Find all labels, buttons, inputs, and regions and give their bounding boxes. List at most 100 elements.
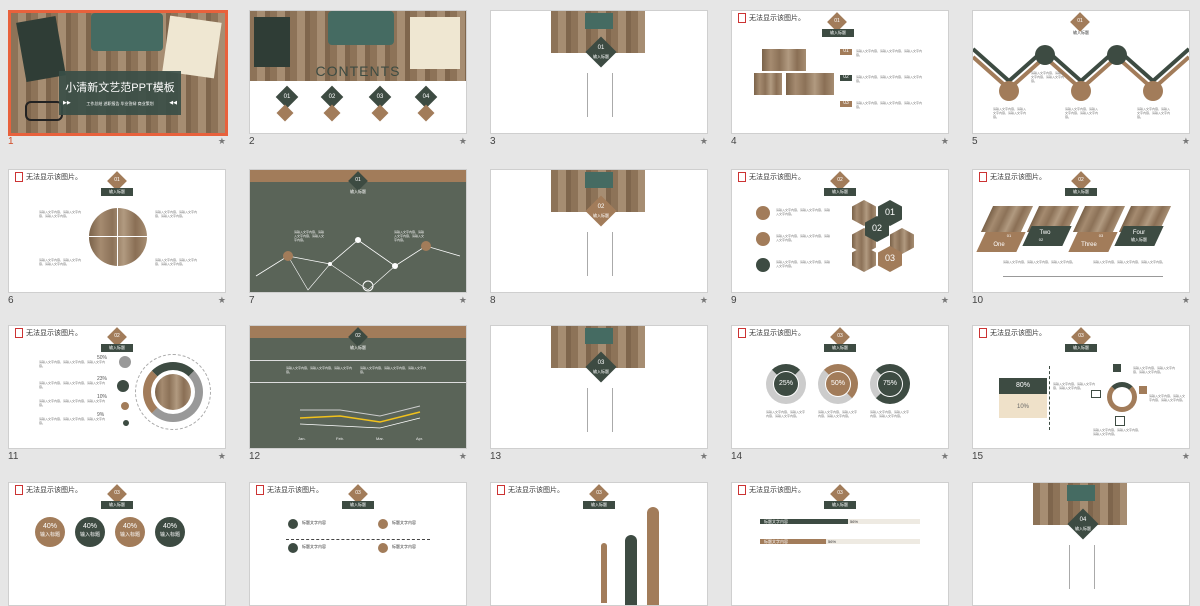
- slide-thumbnail-4[interactable]: 无法显示该图片。 01 输入标题 01 02 03 请输入文字内容，请输入文字内…: [731, 10, 949, 147]
- slide-thumbnail-17[interactable]: 无法显示该图片。 03 输入标题 标题文字内容 标题文字内容 标题文字内容 标题…: [249, 482, 467, 606]
- paper-image: [162, 15, 222, 79]
- typewriter-image: [585, 328, 613, 344]
- filler-text: 请输入文字内容，请输入文字内容，请输入文字内容。: [1031, 71, 1065, 83]
- section-label: 输入标题: [350, 502, 366, 507]
- section-number: 04: [1079, 517, 1087, 523]
- slide-thumbnail-14[interactable]: 无法显示该图片。 03 输入标题 25% 50% 75% 请输入文字内容，请输入…: [731, 325, 949, 462]
- filler-text: 请输入文字内容，请输入文字内容，请输入文字内容。: [870, 410, 910, 418]
- bar-title-1: 标题文字内容: [764, 519, 788, 524]
- section-number: 01: [114, 177, 120, 183]
- broken-image-icon: [497, 485, 505, 496]
- slide-1-menu: 工作总结 述职报告 毕业答辩 商业策划: [86, 101, 154, 106]
- content-number-1: 01: [283, 94, 291, 100]
- filler-text: 请输入文字内容，请输入文字内容，请输入文字内容。: [1065, 107, 1099, 119]
- slide-13-canvas: 03 输入标题: [490, 325, 708, 449]
- slide-number: 8: [490, 295, 496, 306]
- notebook-image: [254, 17, 290, 67]
- filler-text: 请输入文字内容，请输入文字内容，请输入文字内容。: [1149, 394, 1186, 402]
- typewriter-image: [328, 11, 394, 45]
- slide-16-canvas: 无法显示该图片。 03 输入标题 40% 输入标题 40% 输入标题 40% 输…: [8, 482, 226, 606]
- step-label-3: Three: [1081, 242, 1097, 248]
- slide-thumbnail-15[interactable]: 无法显示该图片。 03 输入标题 80% 10% 请输入文字内容，请输入文字内容…: [972, 325, 1190, 462]
- section-number: 02: [597, 204, 605, 210]
- step-title-4: 输入标题: [1131, 237, 1147, 242]
- dot-4: [123, 420, 129, 426]
- section-number: 03: [597, 360, 605, 366]
- animation-star-icon: ★: [458, 136, 467, 146]
- slide-thumbnail-1[interactable]: 小清新文艺范PPT模板 ▶▶ 工作总结 述职报告 毕业答辩 商业策划 ◀◀ 1 …: [8, 10, 228, 147]
- paper-image: [410, 17, 460, 69]
- row-title-3: 标题文字内容: [302, 544, 326, 549]
- typewriter-image: [585, 172, 613, 188]
- hex-number-3: 03: [884, 253, 895, 263]
- stopwatch-icon: [1143, 81, 1163, 101]
- section-number: 01: [1077, 18, 1083, 24]
- slide-thumbnail-7[interactable]: 01 输入标题 请输入文字内容，请输入文字内容，请输入文字内容。 请输入文字内容…: [249, 169, 467, 306]
- ring-value-1: 25%: [778, 380, 793, 387]
- slide-5-canvas: 01 输入标题 请输入文字内容，请输入文字内容，请输入文字内容。 请输入文字内容…: [972, 10, 1190, 134]
- slide-thumbnail-11[interactable]: 无法显示该图片。 02 输入标题 50% 23% 10% 9% 请输入文字内容，…: [8, 325, 226, 462]
- slide-thumbnail-8[interactable]: 02 输入标题 8 ★: [490, 169, 708, 306]
- slide-number: 11: [8, 451, 19, 462]
- broken-image-icon: [15, 172, 23, 183]
- animation-star-icon: ★: [1181, 451, 1190, 461]
- slide-1-arrows-right: ◀◀: [169, 100, 177, 106]
- slide-thumbnail-18[interactable]: 无法显示该图片。 03 输入标题: [490, 482, 708, 606]
- section-label: 输入标题: [1073, 189, 1089, 194]
- step-label-2: Two: [1039, 230, 1051, 236]
- slide-thumbnail-2[interactable]: CONTENTS 01 02 03 04 2 ★: [249, 10, 467, 147]
- cycle-ring: [1107, 382, 1137, 412]
- slide-18-canvas: 无法显示该图片。 03 输入标题: [490, 482, 708, 606]
- section-number: 03: [1078, 333, 1084, 339]
- slide-thumbnail-5[interactable]: 01 输入标题 请输入文字内容，请输入文字内容，请输入文字内容。 请输入文字内容…: [972, 10, 1190, 147]
- slide-thumbnail-3[interactable]: 01 输入标题 3 ★: [490, 10, 708, 147]
- section-label: 输入标题: [832, 502, 848, 507]
- content-diamond-4b: [417, 104, 435, 122]
- dot-2: [117, 380, 129, 392]
- slide-thumbnail-16[interactable]: 无法显示该图片。 03 输入标题 40% 输入标题 40% 输入标题 40% 输…: [8, 482, 226, 606]
- item-number-1: 01: [843, 48, 849, 54]
- slide-number: 15: [972, 451, 984, 462]
- slide-thumbnail-10[interactable]: 无法显示该图片。 02 输入标题 01 One Two 02 03 Three …: [972, 169, 1190, 306]
- slide-header: 无法显示该图片。: [497, 485, 564, 496]
- slide-header: 无法显示该图片。: [738, 13, 805, 24]
- pin-label-4: 输入标题: [159, 532, 180, 538]
- slide-6-canvas: 无法显示该图片。 01 输入标题 请输入文字内容，请输入文字内容，请输入文字内容…: [8, 169, 226, 293]
- slide-header: 无法显示该图片。: [738, 485, 805, 496]
- slide-thumbnail-12[interactable]: 02 输入标题 请输入文字内容，请输入文字内容，请输入文字内容。 请输入文字内容…: [249, 325, 467, 462]
- content-number-4: 04: [422, 94, 430, 100]
- filler-text: 请输入文字内容，请输入文字内容，请输入文字内容。: [856, 49, 923, 57]
- content-diamond-1b: [276, 104, 294, 122]
- section-number: 03: [837, 490, 843, 496]
- slide-1-title: 小清新文艺范PPT模板: [65, 82, 175, 94]
- slide-number: 13: [490, 451, 502, 462]
- ring-value-3: 75%: [882, 380, 897, 387]
- content-diamond-2b: [323, 104, 341, 122]
- filler-text: 请输入文字内容，请输入文字内容，请输入文字内容。: [776, 234, 831, 242]
- broken-image-icon: [979, 172, 987, 183]
- slide-7-canvas: 01 输入标题 请输入文字内容，请输入文字内容，请输入文字内容。 请输入文字内容…: [249, 169, 467, 293]
- pin-value-1: 40%: [42, 523, 57, 530]
- gear-icon: [756, 206, 770, 220]
- broken-image-icon: [15, 485, 23, 496]
- filler-text: 请输入文字内容，请输入文字内容，请输入文字内容。: [39, 417, 106, 425]
- section-label: 输入标题: [593, 213, 609, 218]
- hex-number-2: 02: [871, 223, 882, 233]
- filler-text: 请输入文字内容，请输入文字内容，请输入文字内容。: [856, 101, 923, 109]
- cube-bottom-value: 10%: [1016, 404, 1029, 410]
- slide-11-canvas: 无法显示该图片。 02 输入标题 50% 23% 10% 9% 请输入文字内容，…: [8, 325, 226, 449]
- house-icon: [1115, 416, 1125, 426]
- filler-text: 请输入文字内容，请输入文字内容，请输入文字内容。: [394, 230, 425, 242]
- slide-4-canvas: 无法显示该图片。 01 输入标题 01 02 03 请输入文字内容，请输入文字内…: [731, 10, 949, 134]
- section-number: 03: [596, 490, 602, 496]
- slide-thumbnail-13[interactable]: 03 输入标题 13 ★: [490, 325, 708, 462]
- section-number: 03: [837, 333, 843, 339]
- slide-thumbnail-19[interactable]: 无法显示该图片。 03 输入标题 标题文字内容 56% 标题文字内容 56%: [731, 482, 949, 606]
- music-icon: [288, 519, 298, 529]
- slide-20-canvas: 04 输入标题: [972, 482, 1190, 606]
- slide-14-canvas: 无法显示该图片。 03 输入标题 25% 50% 75% 请输入文字内容，请输入…: [731, 325, 949, 449]
- slide-thumbnail-6[interactable]: 无法显示该图片。 01 输入标题 请输入文字内容，请输入文字内容，请输入文字内容…: [8, 169, 226, 306]
- slide-thumbnail-9[interactable]: 无法显示该图片。 02 输入标题 请输入文字内容，请输入文字内容，请输入文字内容…: [731, 169, 949, 306]
- slide-thumbnail-20[interactable]: 04 输入标题: [972, 482, 1190, 606]
- contents-title: CONTENTS: [315, 63, 401, 79]
